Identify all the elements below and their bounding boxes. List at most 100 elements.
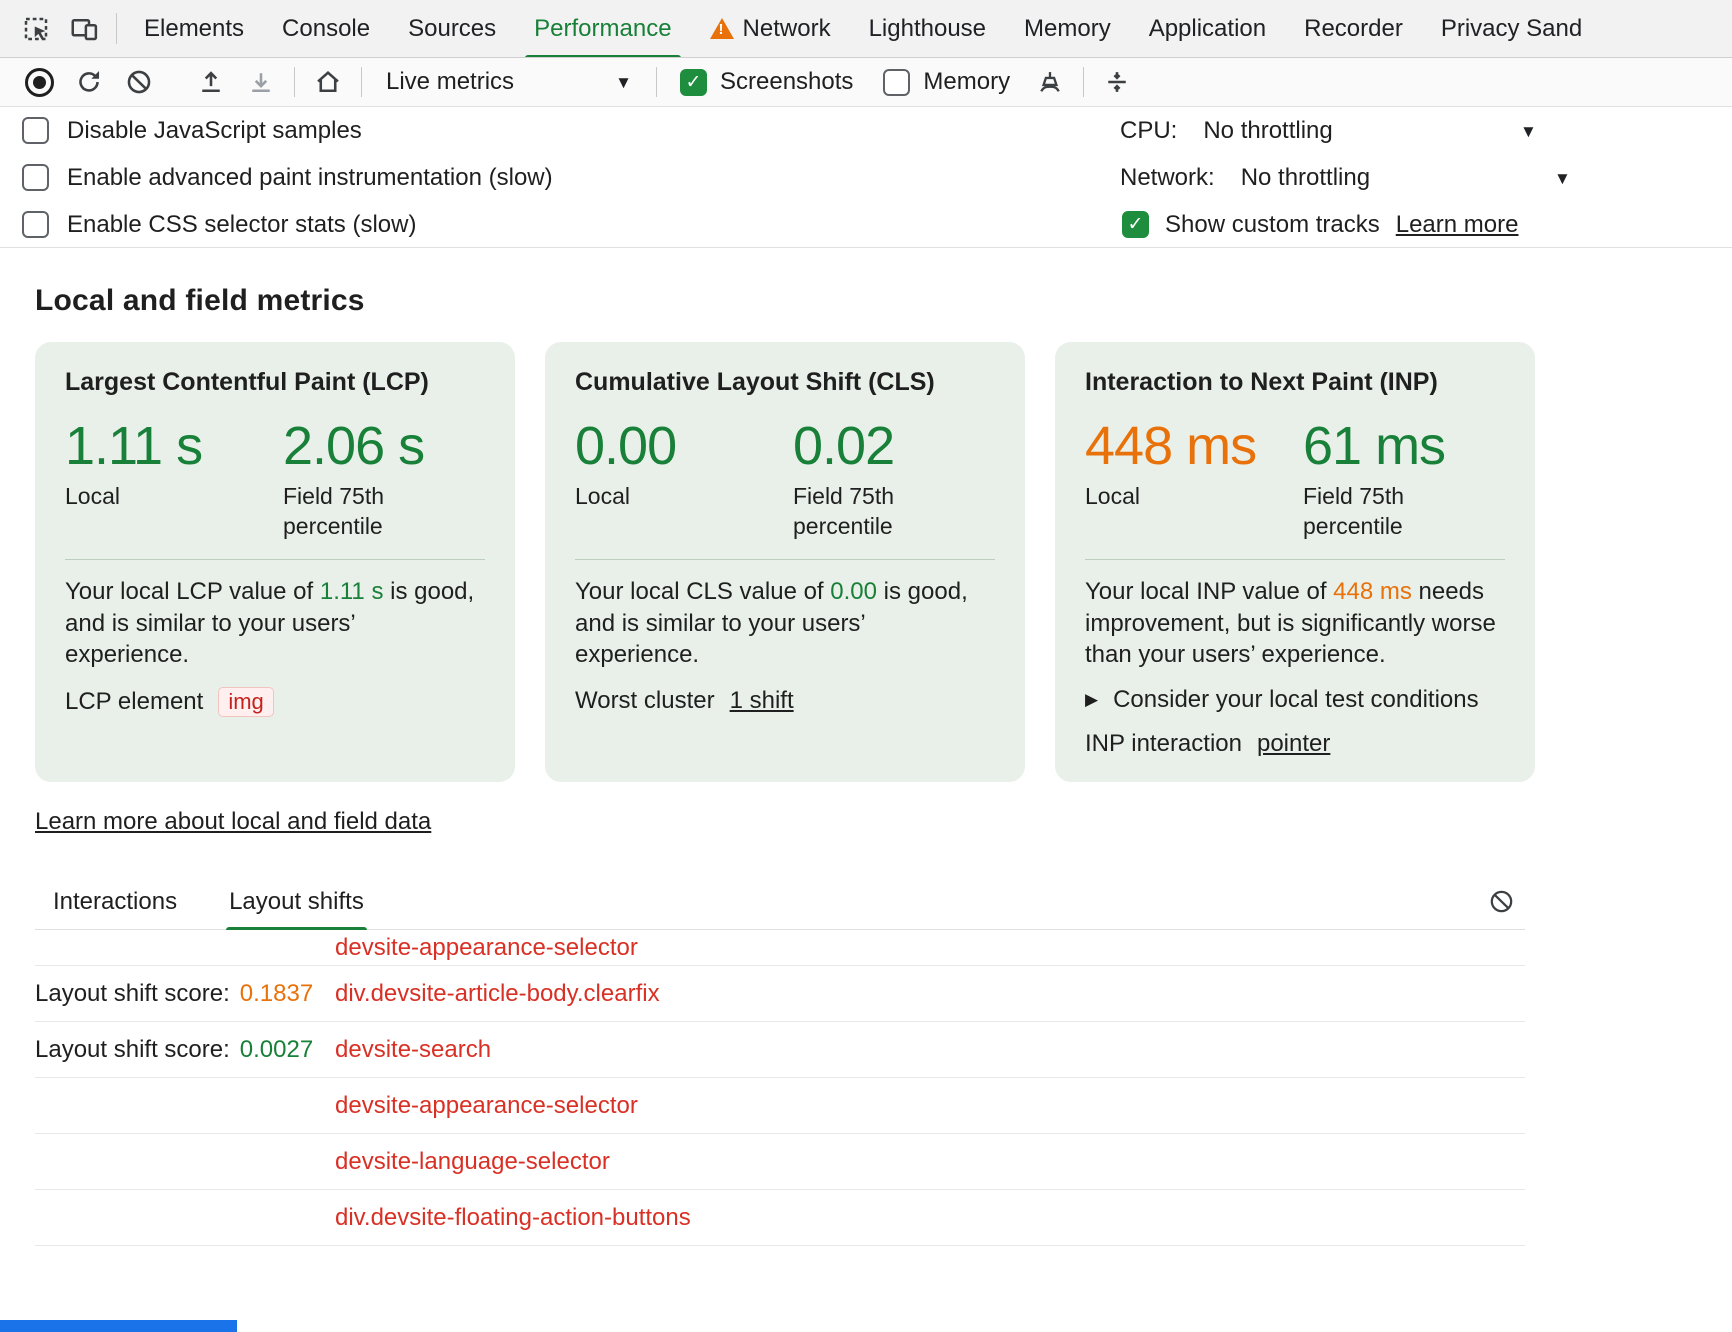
block-icon[interactable] bbox=[114, 61, 164, 103]
inspect-element-icon[interactable] bbox=[12, 0, 60, 57]
inp-card-title: Interaction to Next Paint (INP) bbox=[1085, 368, 1505, 397]
card-divider bbox=[1085, 559, 1505, 560]
cls-inline-value: 0.00 bbox=[830, 578, 877, 605]
inp-field-value: 61 ms bbox=[1303, 417, 1505, 475]
divider bbox=[361, 67, 362, 97]
view-select[interactable]: Live metrics ▼ bbox=[370, 68, 648, 96]
lcp-card: Largest Contentful Paint (LCP) 1.11 s Lo… bbox=[35, 342, 515, 782]
record-icon[interactable] bbox=[14, 61, 64, 103]
view-select-value: Live metrics bbox=[386, 68, 514, 96]
tab-sources[interactable]: Sources bbox=[389, 0, 515, 57]
network-chevron-down-icon[interactable]: ▼ bbox=[1554, 169, 1571, 189]
reload-icon[interactable] bbox=[64, 61, 114, 103]
tab-elements[interactable]: Elements bbox=[125, 0, 263, 57]
import-profile-icon[interactable] bbox=[186, 61, 236, 103]
lcp-description: Your local LCP value of 1.11 s is good, … bbox=[65, 576, 485, 670]
lcp-local-label: Local bbox=[65, 482, 210, 511]
cls-description: Your local CLS value of 0.00 is good, an… bbox=[575, 576, 995, 670]
screenshots-checkbox-group[interactable]: Screenshots bbox=[665, 68, 868, 96]
tab-recorder[interactable]: Recorder bbox=[1285, 0, 1422, 57]
collect-garbage-icon[interactable] bbox=[1025, 61, 1075, 103]
divider bbox=[294, 67, 295, 97]
cls-field-value: 0.02 bbox=[793, 417, 995, 475]
worst-cluster-link[interactable]: 1 shift bbox=[730, 687, 794, 715]
save-profile-icon[interactable] bbox=[236, 61, 286, 103]
metric-cards: Largest Contentful Paint (LCP) 1.11 s Lo… bbox=[35, 342, 1565, 782]
worst-cluster-label: Worst cluster bbox=[575, 687, 715, 715]
inp-card: Interaction to Next Paint (INP) 448 ms L… bbox=[1055, 342, 1535, 782]
custom-tracks-row[interactable]: Show custom tracks Learn more bbox=[1122, 201, 1518, 248]
tab-application[interactable]: Application bbox=[1130, 0, 1285, 57]
horizontal-scrollbar-thumb[interactable] bbox=[0, 1320, 237, 1332]
cpu-throttling-select[interactable]: CPU: No throttling bbox=[1120, 107, 1333, 154]
advanced-paint-row[interactable]: Enable advanced paint instrumentation (s… bbox=[22, 154, 553, 201]
cls-local-label: Local bbox=[575, 482, 720, 511]
tab-console[interactable]: Console bbox=[263, 0, 389, 57]
layout-shift-row[interactable]: devsite-appearance-selector bbox=[35, 1078, 1525, 1134]
tab-lighthouse[interactable]: Lighthouse bbox=[850, 0, 1005, 57]
inp-interaction-link[interactable]: pointer bbox=[1257, 730, 1330, 758]
shift-node-link[interactable]: devsite-appearance-selector bbox=[335, 934, 638, 962]
devtools-window: Elements Console Sources Performance Net… bbox=[0, 0, 1732, 1246]
layout-shift-row[interactable]: devsite-language-selector bbox=[35, 1134, 1525, 1190]
triangle-right-icon: ▶ bbox=[1085, 691, 1098, 708]
capture-settings-panel: Disable JavaScript samples Enable advanc… bbox=[0, 107, 1732, 248]
local-test-conditions-toggle[interactable]: ▶ Consider your local test conditions bbox=[1085, 686, 1505, 714]
cls-card-title: Cumulative Layout Shift (CLS) bbox=[575, 368, 995, 397]
css-selector-stats-row[interactable]: Enable CSS selector stats (slow) bbox=[22, 201, 416, 248]
memory-checkbox-group[interactable]: Memory bbox=[868, 68, 1025, 96]
network-label: Network: bbox=[1120, 164, 1215, 192]
advanced-paint-checkbox[interactable] bbox=[22, 164, 49, 191]
custom-tracks-checkbox[interactable] bbox=[1122, 211, 1149, 238]
disable-js-samples-row[interactable]: Disable JavaScript samples bbox=[22, 107, 362, 154]
shift-node-link[interactable]: devsite-language-selector bbox=[335, 1148, 610, 1176]
tab-network[interactable]: Network bbox=[691, 0, 850, 57]
capture-settings-icon[interactable] bbox=[1092, 61, 1142, 103]
tab-layout-shifts[interactable]: Layout shifts bbox=[226, 878, 367, 929]
advanced-paint-label: Enable advanced paint instrumentation (s… bbox=[67, 164, 553, 192]
inp-local-label: Local bbox=[1085, 482, 1230, 511]
card-divider bbox=[575, 559, 995, 560]
inp-description: Your local INP value of 448 ms needs imp… bbox=[1085, 576, 1505, 670]
devtools-tabbar: Elements Console Sources Performance Net… bbox=[0, 0, 1732, 58]
learn-more-local-field-link[interactable]: Learn more about local and field data bbox=[35, 808, 431, 836]
cls-card: Cumulative Layout Shift (CLS) 0.00 Local… bbox=[545, 342, 1025, 782]
cls-local-value: 0.00 bbox=[575, 417, 777, 475]
layout-shift-row[interactable]: Layout shift score:0.1837 div.devsite-ar… bbox=[35, 966, 1525, 1022]
disable-js-samples-label: Disable JavaScript samples bbox=[67, 117, 362, 145]
live-metrics-view: Local and field metrics Largest Contentf… bbox=[0, 284, 1565, 1246]
tab-privacy-sandbox[interactable]: Privacy Sand bbox=[1422, 0, 1601, 57]
shift-node-link[interactable]: div.devsite-floating-action-buttons bbox=[335, 1204, 691, 1232]
live-metrics-log: Interactions Layout shifts devsite-appea… bbox=[35, 878, 1525, 1246]
tab-performance[interactable]: Performance bbox=[515, 0, 690, 57]
page-title: Local and field metrics bbox=[35, 284, 1565, 318]
disable-js-samples-checkbox[interactable] bbox=[22, 117, 49, 144]
inp-local-value: 448 ms bbox=[1085, 417, 1287, 475]
tab-interactions[interactable]: Interactions bbox=[50, 878, 180, 929]
layout-shift-row[interactable]: devsite-appearance-selector bbox=[35, 930, 1525, 966]
home-icon[interactable] bbox=[303, 61, 353, 103]
device-toolbar-icon[interactable] bbox=[60, 0, 108, 57]
custom-tracks-learn-more-link[interactable]: Learn more bbox=[1396, 211, 1519, 239]
shift-node-link[interactable]: devsite-search bbox=[335, 1036, 491, 1064]
shift-node-link[interactable]: devsite-appearance-selector bbox=[335, 1092, 638, 1120]
shift-node-link[interactable]: div.devsite-article-body.clearfix bbox=[335, 980, 660, 1008]
cls-field-label: Field 75th percentile bbox=[793, 482, 938, 541]
lcp-field-value: 2.06 s bbox=[283, 417, 485, 475]
memory-checkbox[interactable] bbox=[883, 69, 910, 96]
css-selector-stats-checkbox[interactable] bbox=[22, 211, 49, 238]
layout-shift-row[interactable]: div.devsite-floating-action-buttons bbox=[35, 1190, 1525, 1246]
divider bbox=[656, 67, 657, 97]
lcp-element-label: LCP element bbox=[65, 688, 203, 716]
clear-log-icon[interactable] bbox=[1477, 888, 1525, 919]
cpu-chevron-down-icon[interactable]: ▼ bbox=[1520, 122, 1537, 142]
inp-inline-value: 448 ms bbox=[1333, 578, 1412, 605]
cpu-label: CPU: bbox=[1120, 117, 1177, 145]
inp-interaction-label: INP interaction bbox=[1085, 730, 1242, 758]
layout-shift-row[interactable]: Layout shift score:0.0027 devsite-search bbox=[35, 1022, 1525, 1078]
screenshots-checkbox[interactable] bbox=[680, 69, 707, 96]
network-warning-icon bbox=[710, 18, 734, 39]
tab-memory[interactable]: Memory bbox=[1005, 0, 1130, 57]
network-throttling-select[interactable]: Network: No throttling bbox=[1120, 154, 1370, 201]
lcp-element-node-chip[interactable]: img bbox=[218, 687, 273, 717]
